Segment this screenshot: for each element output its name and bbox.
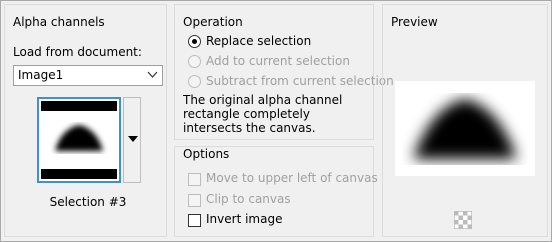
preview-title: Preview <box>391 15 438 29</box>
checkerboard-icon[interactable] <box>453 210 473 232</box>
clip-to-canvas-label: Clip to canvas <box>206 192 291 206</box>
preview-image <box>395 81 535 176</box>
add-selection-label: Add to current selection <box>206 54 350 68</box>
add-selection-radio[interactable] <box>188 55 201 68</box>
document-select-value: Image1 <box>18 68 64 82</box>
operation-title: Operation <box>183 15 243 29</box>
load-from-document-label: Load from document: <box>13 45 142 59</box>
move-to-upper-left-label: Move to upper left of canvas <box>206 171 378 185</box>
clip-to-canvas-checkbox[interactable] <box>188 194 201 207</box>
subtract-selection-radio[interactable] <box>188 75 201 88</box>
replace-selection-label: Replace selection <box>206 34 312 48</box>
alpha-channel-thumbnail[interactable] <box>37 97 121 183</box>
selection-label: Selection #3 <box>49 195 127 209</box>
replace-selection-radio[interactable] <box>188 35 201 48</box>
operation-description: The original alpha channel rectangle com… <box>183 93 343 135</box>
subtract-selection-label: Subtract from current selection <box>206 74 394 88</box>
alpha-channels-title: Alpha channels <box>13 15 105 29</box>
options-group: Options Move to upper left of canvas Cli… <box>174 146 378 237</box>
chevron-down-icon <box>147 69 158 83</box>
thumbnail-dropdown-button[interactable] <box>123 97 141 183</box>
options-title: Options <box>183 147 230 161</box>
preview-group: Preview <box>382 4 548 237</box>
invert-image-label: Invert image <box>206 212 283 226</box>
operation-group: Operation Replace selection Add to curre… <box>174 4 394 140</box>
document-select[interactable]: Image1 <box>13 65 163 86</box>
dropdown-arrow-icon <box>128 136 138 142</box>
alpha-channels-group: Alpha channels Load from document: Image… <box>4 4 167 237</box>
invert-image-checkbox[interactable] <box>188 214 201 227</box>
move-to-upper-left-checkbox[interactable] <box>188 173 201 186</box>
